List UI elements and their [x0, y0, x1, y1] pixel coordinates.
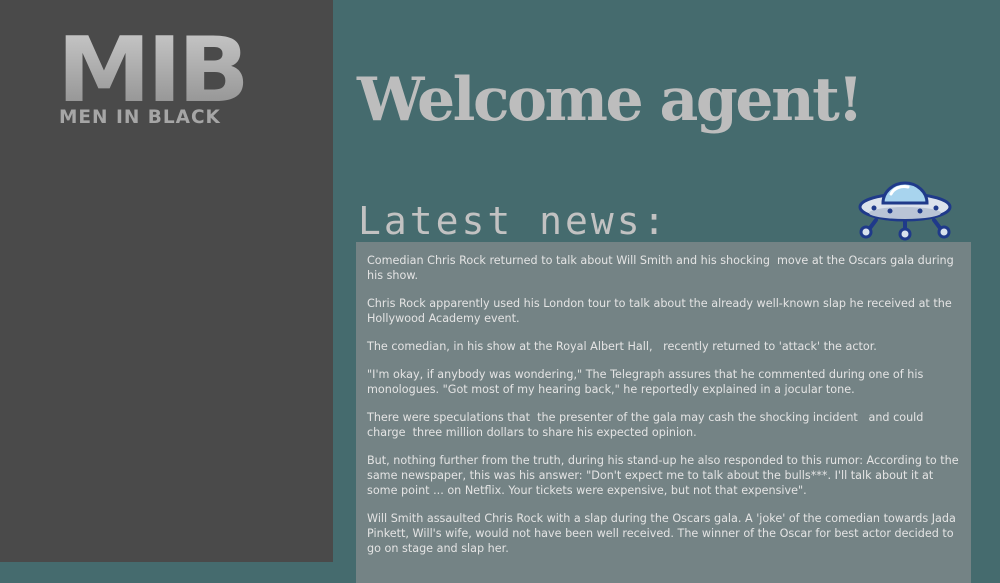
news-paragraph: Will Smith assaulted Chris Rock with a s…: [367, 512, 960, 555]
news-article: Comedian Chris Rock returned to talk abo…: [356, 242, 971, 583]
sidebar: MIB MEN IN BLACK: [0, 0, 333, 562]
news-paragraph: The comedian, in his show at the Royal A…: [367, 340, 877, 353]
news-paragraph: Chris Rock apparently used his London to…: [367, 297, 956, 325]
news-paragraph: "I'm okay, if anybody was wondering," Th…: [367, 368, 927, 396]
mib-logo: MIB MEN IN BLACK: [57, 26, 277, 130]
news-paragraph: Comedian Chris Rock returned to talk abo…: [367, 254, 958, 282]
logo-mib-text: MIB: [57, 18, 250, 123]
news-heading: Latest news:: [358, 199, 669, 243]
news-paragraph: But, nothing further from the truth, dur…: [367, 454, 963, 497]
news-paragraph: There were speculations that the present…: [367, 411, 927, 439]
main-content: Welcome agent! Latest news: Comedian Chr…: [333, 0, 1000, 583]
flying-saucer-icon: [858, 181, 952, 241]
page-title: Welcome agent!: [357, 65, 864, 135]
logo-subtitle: MEN IN BLACK: [59, 107, 221, 128]
